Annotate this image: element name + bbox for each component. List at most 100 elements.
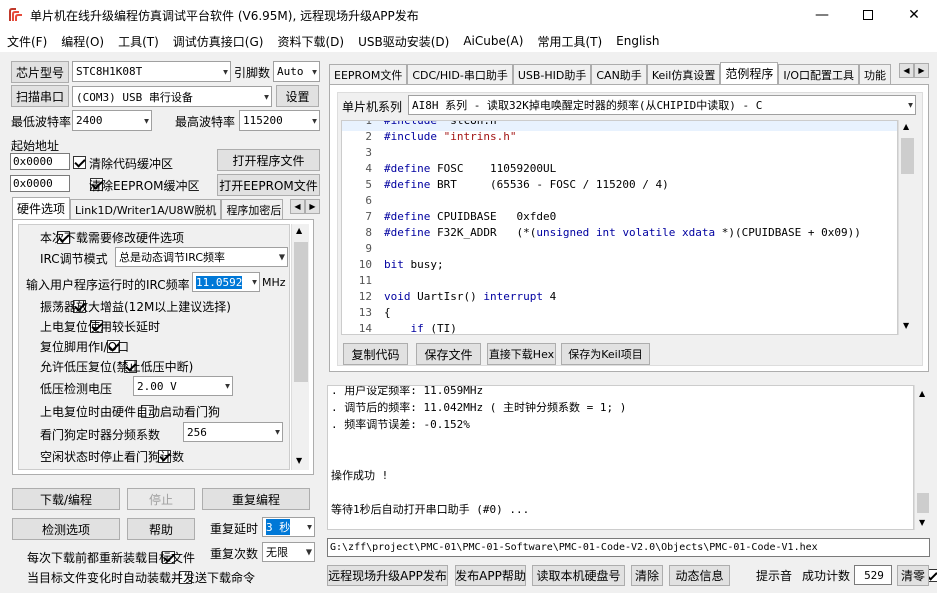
- scroll-thumb[interactable]: [917, 493, 929, 513]
- code-line: #define FOSC 11059200UL: [384, 162, 557, 175]
- title-bar: 单片机在线升级编程仿真调试平台软件 (V6.95M), 远程现场升级APP发布 …: [0, 0, 937, 30]
- code-vscrollbar[interactable]: ▲ ▼: [898, 120, 915, 335]
- code-editor[interactable]: 1 #include stc8h.h 2 #include "intrins.h" 3 4…: [341, 120, 898, 335]
- code-line-number: 4: [365, 162, 372, 175]
- code-line: void UartIsr() interrupt 4: [384, 290, 557, 303]
- chevron-down-icon: ▼: [144, 116, 149, 125]
- scroll-up-icon[interactable]: ▲: [296, 226, 302, 235]
- chip-type-button[interactable]: 芯片型号: [11, 61, 69, 83]
- menu-debug[interactable]: 调试仿真接口(G): [166, 33, 271, 50]
- scroll-down-icon[interactable]: ▼: [296, 456, 302, 465]
- pins-select[interactable]: Auto ▼: [273, 61, 320, 82]
- minimize-button[interactable]: —: [799, 0, 845, 30]
- tab-cdc-hid-serial[interactable]: CDC/HID-串口助手: [407, 64, 513, 84]
- tab-functions[interactable]: 功能: [858, 64, 891, 84]
- scroll-down-icon[interactable]: ▼: [919, 518, 925, 527]
- series-label: 单片机系列: [342, 100, 403, 114]
- tab-examples[interactable]: 范例程序: [720, 62, 779, 84]
- tab-keil[interactable]: Keil仿真设置: [646, 64, 721, 84]
- options-scrollbar[interactable]: ▲ ▼: [291, 224, 309, 470]
- tab-scroll-right-icon[interactable]: ▶: [305, 199, 320, 214]
- menu-program[interactable]: 编程(O): [54, 33, 111, 50]
- repeat-count-select[interactable]: 无限 ▼: [262, 542, 315, 562]
- scan-port-button[interactable]: 扫描串口: [11, 85, 69, 107]
- output-line: 操作成功 !: [331, 469, 389, 482]
- wdt-div-select[interactable]: 256 ▼: [183, 422, 283, 442]
- scroll-down-icon[interactable]: ▼: [903, 321, 909, 330]
- options-tab-bar: 硬件选项 Link1D/Writer1A/U8W脱机 程序加密后: [12, 197, 320, 219]
- check-options-button[interactable]: 检测选项: [12, 518, 120, 540]
- tab-scroll-right-icon[interactable]: ▶: [914, 63, 929, 78]
- tab-scroll-left-icon[interactable]: ◀: [899, 63, 914, 78]
- wdt-div-value: 256: [187, 425, 207, 439]
- app-icon: [8, 7, 24, 23]
- reset-io-label: 复位脚用作I/O口: [40, 340, 130, 354]
- port-select[interactable]: (COM3) USB 串行设备 ▼: [72, 86, 272, 107]
- long-delay-label: 上电复位使用较长延时: [40, 320, 161, 334]
- scroll-up-icon[interactable]: ▲: [903, 122, 909, 131]
- code-line: {: [384, 306, 391, 319]
- irc-freq-value: 11.0592: [196, 275, 243, 289]
- tab-usb-hid[interactable]: USB-HID助手: [512, 64, 592, 84]
- output-scrollbar[interactable]: ▲ ▼: [914, 385, 930, 530]
- chip-type-select[interactable]: STC8H1K08T ▼: [72, 61, 231, 82]
- scroll-thumb[interactable]: [294, 242, 308, 382]
- save-keil-button[interactable]: 保存为Keil项目: [561, 343, 650, 365]
- save-file-button[interactable]: 保存文件: [416, 343, 481, 365]
- lvd-select[interactable]: 2.00 V ▼: [133, 376, 233, 396]
- tab-scroll-left-icon[interactable]: ◀: [290, 199, 305, 214]
- chevron-down-icon: ▼: [264, 92, 269, 101]
- chevron-down-icon: ▼: [252, 277, 257, 287]
- tab-eeprom-file[interactable]: EEPROM文件: [329, 64, 408, 84]
- eeprom-address-input[interactable]: 0x0000: [10, 175, 70, 192]
- scroll-thumb[interactable]: [901, 138, 914, 174]
- scroll-up-icon[interactable]: ▲: [919, 389, 925, 398]
- dynamic-info-button[interactable]: 动态信息: [669, 565, 730, 586]
- tab-hardware-options[interactable]: 硬件选项: [12, 197, 71, 219]
- open-program-file-button[interactable]: 打开程序文件: [217, 149, 320, 171]
- reprogram-button[interactable]: 重复编程: [202, 488, 310, 510]
- publish-help-button[interactable]: 发布APP帮助: [455, 565, 526, 586]
- help-button[interactable]: 帮助: [127, 518, 195, 540]
- code-line-number: 2: [365, 130, 372, 143]
- repeat-count-label: 重复次数: [210, 547, 259, 561]
- copy-code-button[interactable]: 复制代码: [343, 343, 408, 365]
- irc-mode-select[interactable]: 总是动态调节IRC频率 ▼: [115, 247, 288, 267]
- code-address-input[interactable]: 0x0000: [10, 153, 70, 170]
- clear-button[interactable]: 清除: [631, 565, 663, 586]
- open-eeprom-file-button[interactable]: 打开EEPROM文件: [217, 174, 320, 196]
- menu-file[interactable]: 文件(F): [0, 33, 54, 50]
- tab-encryption[interactable]: 程序加密后: [221, 199, 284, 219]
- series-select[interactable]: AI8H 系列 - 读取32K掉电唤醒定时器的频率(从CHIPID中读取) - …: [408, 95, 916, 115]
- modify-hw-label: 本次下载需要修改硬件选项: [40, 231, 185, 245]
- clear-eeprom-label: 清除EEPROM缓冲区: [89, 179, 200, 193]
- download-button[interactable]: 下载/编程: [12, 488, 120, 510]
- clear-code-checkbox[interactable]: [73, 156, 86, 169]
- min-baud-select[interactable]: 2400 ▼: [72, 110, 152, 131]
- tab-io-config[interactable]: I/O口配置工具: [778, 64, 859, 84]
- max-baud-select[interactable]: 115200 ▼: [239, 110, 320, 131]
- chevron-down-icon: ▼: [305, 547, 312, 557]
- maximize-button[interactable]: [845, 0, 891, 30]
- menu-aicube[interactable]: AiCube(A): [456, 34, 530, 48]
- menu-tools[interactable]: 工具(T): [111, 33, 166, 50]
- close-button[interactable]: ✕: [891, 0, 937, 30]
- file-path-field[interactable]: G:\zff\project\PMC-01\PMC-01-Software\PM…: [327, 538, 930, 557]
- read-disk-id-button[interactable]: 读取本机硬盘号: [532, 565, 625, 586]
- irc-freq-select[interactable]: 11.0592 ▼: [192, 272, 260, 292]
- remote-upgrade-button[interactable]: 远程现场升级APP发布: [327, 565, 448, 586]
- stop-button[interactable]: 停止: [127, 488, 195, 510]
- menu-usb-driver[interactable]: USB驱动安装(D): [351, 33, 456, 50]
- tab-can[interactable]: CAN助手: [591, 64, 647, 84]
- download-hex-button[interactable]: 直接下载Hex: [487, 343, 556, 365]
- tab-link1d[interactable]: Link1D/Writer1A/U8W脱机: [70, 199, 222, 219]
- tools-tab-bar: EEPROM文件 CDC/HID-串口助手 USB-HID助手 CAN助手 Ke…: [329, 62, 899, 84]
- code-line-number: 8: [365, 226, 372, 239]
- settings-button[interactable]: 设置: [276, 85, 319, 107]
- repeat-delay-select[interactable]: 3 秒 ▼: [262, 517, 315, 537]
- reset-count-button[interactable]: 清零: [897, 565, 929, 586]
- menu-english[interactable]: English: [609, 34, 666, 48]
- menu-downloads[interactable]: 资料下载(D): [270, 33, 351, 50]
- menu-common-tools[interactable]: 常用工具(T): [530, 33, 609, 50]
